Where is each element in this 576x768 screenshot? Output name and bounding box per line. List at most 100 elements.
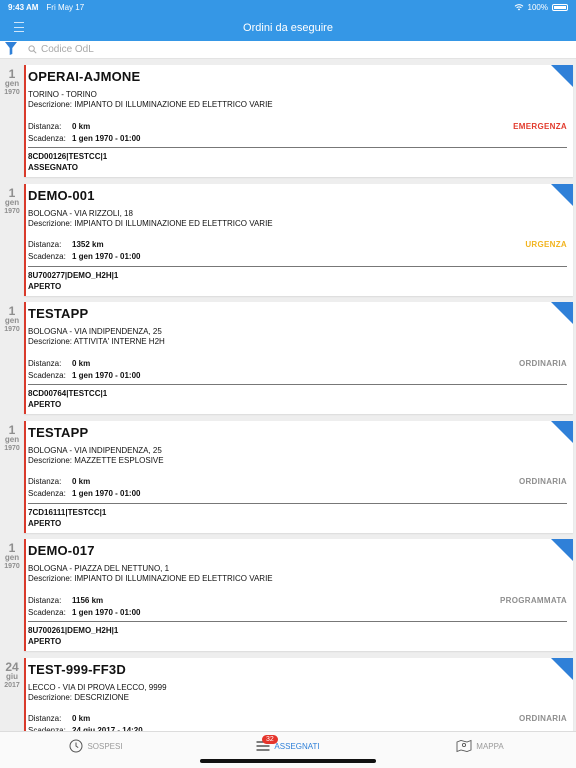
battery-percent: 100% bbox=[527, 2, 548, 12]
menu-icon[interactable] bbox=[14, 22, 24, 32]
order-address: BOLOGNA - VIA INDIPENDENZA, 25 bbox=[28, 445, 162, 455]
tab-label: ASSEGNATI bbox=[274, 741, 320, 751]
order-address: BOLOGNA - VIA RIZZOLI, 18 bbox=[28, 208, 133, 218]
page-title: Ordini da eseguire bbox=[243, 21, 333, 34]
status-date: Fri May 17 bbox=[46, 2, 85, 12]
order-description: Descrizione: IMPIANTO DI ILLUMINAZIONE E… bbox=[28, 100, 273, 109]
distance-label: Distanza: bbox=[28, 240, 62, 249]
order-address: LECCO - VIA DI PROVA LECCO, 9999 bbox=[28, 682, 167, 692]
order-state: APERTO bbox=[28, 637, 62, 646]
order-row[interactable]: 1 gen 1970 OPERAI-AJMONE TORINO - TORINO Desc… bbox=[0, 65, 576, 184]
order-description: Descrizione: MAZZETTE ESPLOSIVE bbox=[28, 455, 164, 465]
order-distance: 0 km bbox=[72, 714, 91, 723]
order-deadline: 1 gen 1970 - 01:00 bbox=[72, 607, 141, 617]
order-card[interactable]: DEMO-017 BOLOGNA - PIAZZA DEL NETTUNO, 1D… bbox=[24, 539, 573, 651]
order-priority: EMERGENZA bbox=[513, 121, 567, 131]
order-address: BOLOGNA - PIAZZA DEL NETTUNO, 1 bbox=[28, 564, 170, 573]
order-day: 24 bbox=[5, 659, 19, 674]
distance-label: Distanza: bbox=[28, 358, 62, 368]
order-card[interactable]: TESTAPP BOLOGNA - VIA INDIPENDENZA, 25 Des… bbox=[24, 420, 573, 533]
order-description: Descrizione: ATTIVITA' INTERNE H2H bbox=[28, 337, 165, 346]
divider bbox=[28, 384, 567, 385]
tab-mappa[interactable]: MAPPA bbox=[384, 732, 576, 768]
order-description: Descrizione: IMPIANTO DI ILLUMINAZIONE E… bbox=[28, 218, 273, 228]
battery-icon bbox=[552, 3, 568, 11]
order-reference: 8CD00764|TESTCC|1 bbox=[28, 389, 108, 398]
corner-flag-icon bbox=[551, 657, 573, 680]
clock-icon bbox=[69, 739, 83, 753]
order-code: DEMO-001 bbox=[28, 187, 95, 203]
order-row[interactable]: 24 giu 2017 TEST-999-FF3D LECCO - VIA DI PRO… bbox=[0, 657, 576, 732]
order-reference: 8CD00126|TESTCC|1 bbox=[28, 152, 108, 161]
order-year: 1970 bbox=[4, 563, 20, 570]
order-row[interactable]: 1 gen 1970 TESTAPP BOLOGNA - VIA INDIPENDENZ… bbox=[0, 302, 576, 421]
order-day: 1 bbox=[8, 185, 16, 200]
distance-label: Distanza: bbox=[28, 477, 62, 486]
order-date: 1 gen 1970 bbox=[0, 65, 24, 184]
order-card[interactable]: OPERAI-AJMONE TORINO - TORINO Descrizione:… bbox=[24, 65, 573, 177]
order-reference: 8U700277|DEMO_H2H|1 bbox=[28, 270, 119, 280]
map-icon bbox=[456, 739, 472, 753]
order-year: 1970 bbox=[4, 207, 20, 215]
order-month: gen bbox=[4, 79, 20, 88]
filter-icon[interactable] bbox=[4, 41, 18, 56]
distance-label: Distanza: bbox=[28, 121, 62, 131]
order-month: gen bbox=[4, 553, 20, 562]
order-priority: URGENZA bbox=[525, 240, 567, 249]
nav-bar: Ordini da eseguire bbox=[0, 14, 576, 41]
order-description: Descrizione: DESCRIZIONE bbox=[28, 692, 129, 702]
home-indicator bbox=[200, 759, 376, 763]
order-card[interactable]: DEMO-001 BOLOGNA - VIA RIZZOLI, 18 Descriz… bbox=[24, 183, 573, 296]
search-input[interactable] bbox=[41, 44, 341, 55]
order-code: TESTAPP bbox=[28, 306, 89, 321]
order-state: APERTO bbox=[28, 518, 62, 528]
order-month: giu bbox=[6, 671, 18, 681]
deadline-label: Scadenza: bbox=[28, 252, 66, 261]
order-row[interactable]: 1 gen 1970 DEMO-017 BOLOGNA - PIAZZA DEL NET… bbox=[0, 539, 576, 658]
order-list: 1 gen 1970 OPERAI-AJMONE TORINO - TORINO Desc… bbox=[0, 65, 576, 731]
corner-flag-icon bbox=[551, 539, 573, 561]
order-distance: 1352 km bbox=[72, 240, 104, 249]
divider bbox=[28, 502, 567, 504]
order-deadline: 1 gen 1970 - 01:00 bbox=[72, 489, 141, 498]
corner-flag-icon bbox=[551, 302, 573, 324]
order-month: gen bbox=[4, 434, 20, 444]
order-date: 24 giu 2017 bbox=[0, 658, 24, 732]
order-address: TORINO - TORINO bbox=[28, 90, 97, 99]
order-state: ASSEGNATO bbox=[28, 163, 78, 172]
order-priority: PROGRAMMATA bbox=[500, 595, 567, 605]
order-state: APERTO bbox=[28, 400, 62, 409]
deadline-label: Scadenza: bbox=[28, 133, 66, 143]
order-year: 1970 bbox=[4, 89, 20, 96]
order-row[interactable]: 1 gen 1970 DEMO-001 BOLOGNA - VIA RIZZOLI, 1… bbox=[0, 183, 576, 303]
order-year: 2017 bbox=[4, 681, 20, 689]
divider bbox=[28, 621, 567, 622]
order-distance: 0 km bbox=[72, 121, 91, 131]
search-icon bbox=[28, 45, 37, 54]
order-card[interactable]: TESTAPP BOLOGNA - VIA INDIPENDENZA, 25 Des… bbox=[24, 302, 573, 414]
corner-flag-icon bbox=[551, 183, 573, 206]
order-date: 1 gen 1970 bbox=[0, 302, 24, 421]
order-deadline: 1 gen 1970 - 01:00 bbox=[72, 252, 141, 261]
order-month: gen bbox=[4, 197, 20, 207]
order-deadline: 1 gen 1970 - 01:00 bbox=[72, 370, 141, 380]
order-address: BOLOGNA - VIA INDIPENDENZA, 25 bbox=[28, 327, 162, 336]
assigned-count-badge: 32 bbox=[262, 735, 278, 744]
order-date: 1 gen 1970 bbox=[0, 184, 24, 303]
order-priority: ORDINARIA bbox=[518, 714, 567, 723]
divider bbox=[28, 147, 567, 148]
wifi-icon bbox=[514, 4, 523, 11]
order-state: APERTO bbox=[28, 281, 62, 291]
order-day: 1 bbox=[8, 422, 16, 437]
order-reference: 8U700261|DEMO_H2H|1 bbox=[28, 626, 119, 635]
order-code: TEST-999-FF3D bbox=[28, 661, 126, 677]
tab-sospesi[interactable]: SOSPESI bbox=[0, 732, 192, 768]
order-card[interactable]: TEST-999-FF3D LECCO - VIA DI PROVA LECCO,… bbox=[24, 657, 573, 731]
status-time: 9:43 AM bbox=[8, 2, 39, 12]
distance-label: Distanza: bbox=[28, 714, 62, 723]
order-distance: 1156 km bbox=[72, 595, 104, 605]
tab-label: SOSPESI bbox=[87, 741, 123, 751]
order-row[interactable]: 1 gen 1970 TESTAPP BOLOGNA - VIA INDIPENDENZ… bbox=[0, 420, 576, 540]
order-date: 1 gen 1970 bbox=[0, 539, 24, 658]
corner-flag-icon bbox=[551, 420, 573, 443]
